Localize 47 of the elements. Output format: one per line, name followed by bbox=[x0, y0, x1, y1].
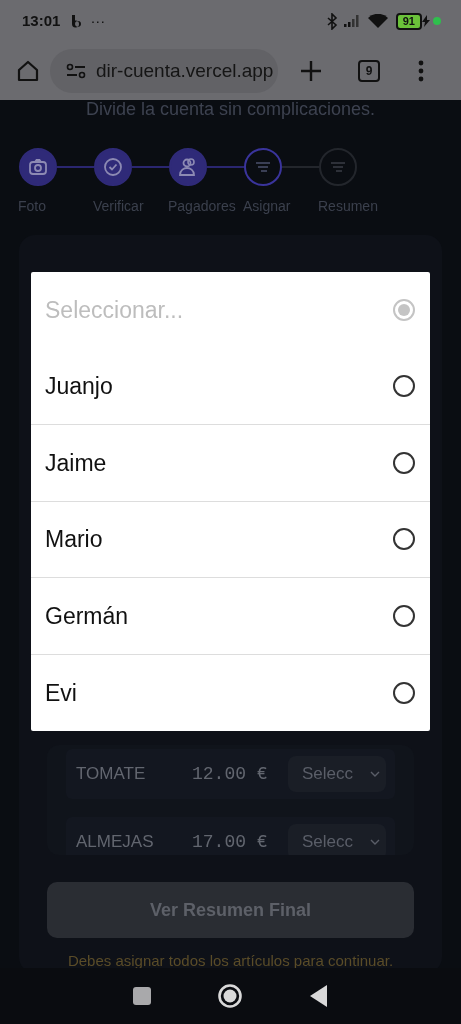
chevron-down-icon bbox=[370, 839, 380, 845]
subtitle: Divide la cuenta sin complicaciones. bbox=[84, 100, 377, 120]
home-button-icon[interactable] bbox=[217, 983, 244, 1009]
option-label[interactable]: Germán bbox=[45, 598, 129, 633]
clock-text: 13:01 bbox=[22, 10, 61, 31]
radio-button[interactable] bbox=[392, 603, 416, 628]
radio-button[interactable] bbox=[392, 527, 416, 552]
option-label[interactable]: Juanjo bbox=[45, 369, 113, 404]
recents-icon[interactable] bbox=[133, 987, 152, 1005]
bluetooth-icon bbox=[325, 12, 338, 30]
b-logo-icon bbox=[70, 13, 83, 29]
home-icon[interactable] bbox=[16, 59, 40, 83]
tab-count-button[interactable]: 9 bbox=[358, 60, 380, 82]
step-label: Resumen bbox=[318, 197, 378, 216]
chevron-down-icon bbox=[370, 771, 380, 777]
select-text: Selecc bbox=[302, 763, 354, 786]
select-text: Selecc bbox=[302, 831, 354, 854]
site-settings-icon bbox=[66, 63, 86, 79]
radio-button[interactable] bbox=[392, 680, 416, 705]
new-tab-icon[interactable] bbox=[300, 60, 322, 82]
battery-level: 91 bbox=[395, 12, 422, 30]
item-price: 17.00 € bbox=[192, 830, 269, 854]
radio-button[interactable] bbox=[392, 374, 416, 399]
step-circle[interactable] bbox=[169, 148, 207, 186]
item-name: ALMEJAS bbox=[76, 831, 155, 854]
wifi-icon bbox=[367, 13, 388, 29]
back-icon[interactable] bbox=[309, 985, 328, 1007]
step-circle[interactable] bbox=[94, 148, 132, 186]
option-label[interactable]: Jaime bbox=[45, 445, 107, 480]
signal-icon bbox=[343, 15, 362, 27]
more-notifications-text: ··· bbox=[90, 10, 106, 31]
step-label: Pagadores bbox=[168, 197, 236, 216]
url-text: dir-cuenta.vercel.app bbox=[96, 58, 274, 83]
step-label: Verificar bbox=[93, 197, 144, 216]
option-label[interactable]: Mario bbox=[45, 522, 103, 557]
menu-icon[interactable] bbox=[418, 60, 424, 82]
step-label: Asignar bbox=[243, 197, 291, 216]
radio-button[interactable] bbox=[392, 450, 416, 475]
check-circle-icon bbox=[102, 156, 124, 178]
step-label: Foto bbox=[18, 197, 46, 216]
item-price: 12.00 € bbox=[192, 762, 269, 786]
camera-in-use-dot-icon bbox=[433, 17, 441, 25]
option-label: Seleccionar... bbox=[45, 296, 184, 325]
item-name: TOMATE bbox=[76, 763, 147, 786]
camera-icon bbox=[27, 156, 49, 178]
option-label[interactable]: Evi bbox=[45, 675, 77, 710]
step-circle[interactable] bbox=[19, 148, 57, 186]
